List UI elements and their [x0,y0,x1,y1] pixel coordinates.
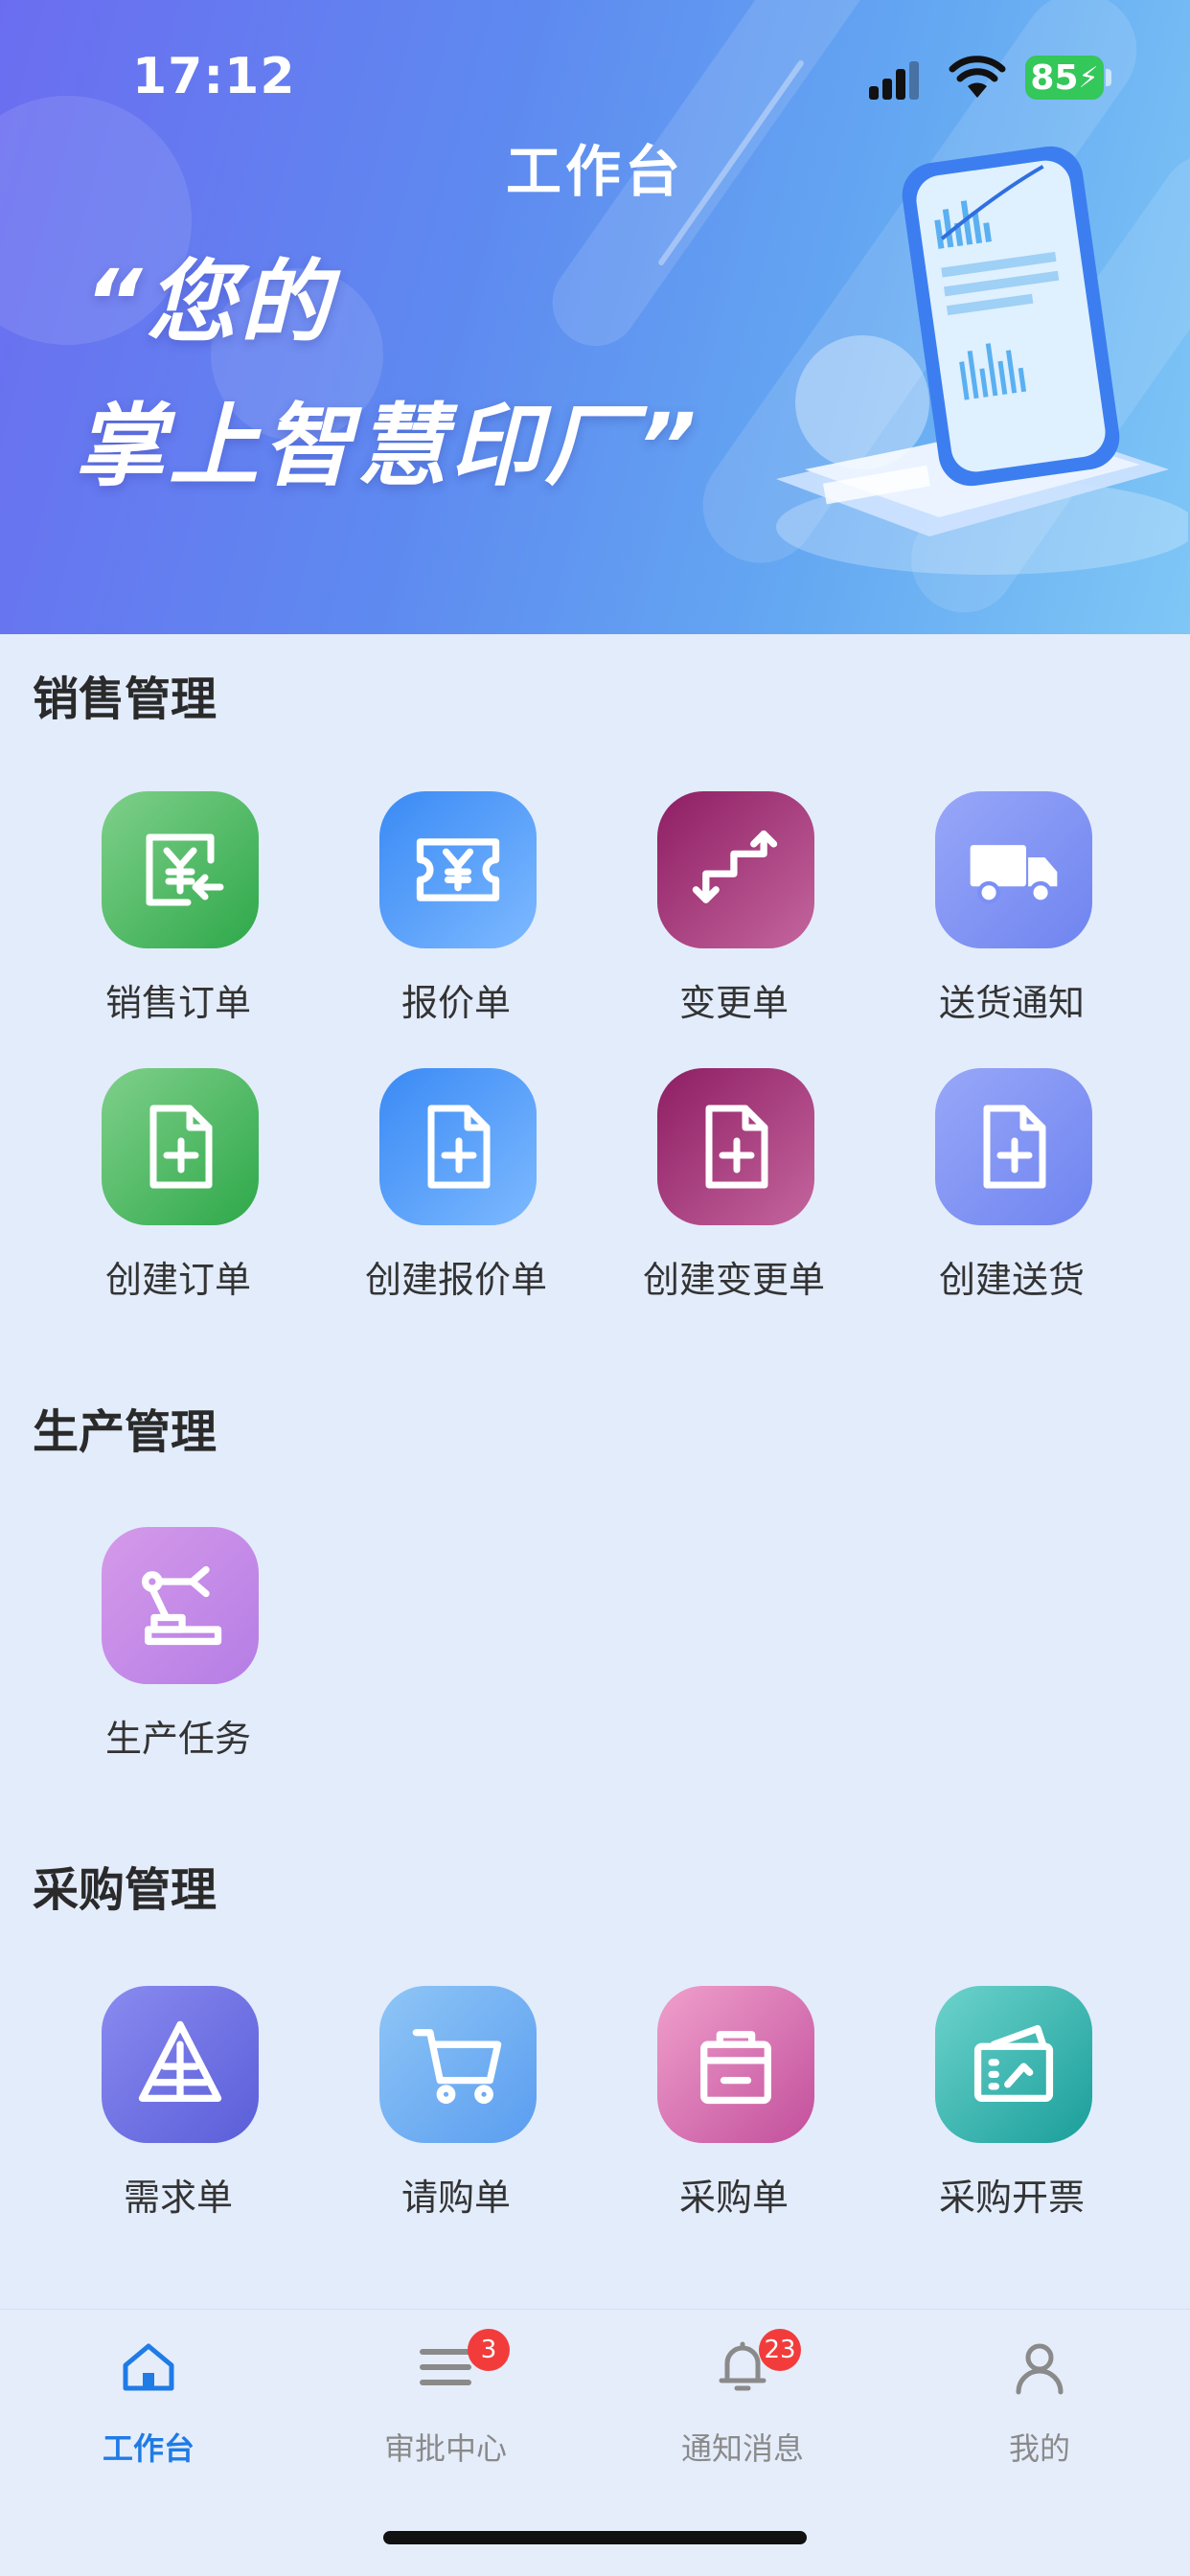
smartphone-illustration [776,146,1188,575]
status-time: 17:12 [132,48,296,105]
tab-label: 工作台 [102,2430,195,2467]
truck-icon [935,791,1092,948]
grid-item-label: 创建送货 [938,1259,1085,1301]
grid-item-create-quotation[interactable]: 创建报价单 [312,1068,590,1317]
grid-item-create-delivery[interactable]: 创建送货 [868,1068,1146,1317]
section-title-production: 生产管理 [33,1405,217,1459]
slogan-line-2: 掌上智慧印厂” [75,395,700,499]
tab-approval-center[interactable]: 3 审批中心 [297,2329,594,2482]
grid-item-label: 生产任务 [104,1718,251,1760]
grid-item-label: 创建订单 [104,1259,251,1301]
section-title-sales: 销售管理 [33,672,217,726]
grid-item-label: 送货通知 [938,982,1085,1024]
cellular-signal-icon [869,61,919,100]
shopping-bag-icon [657,1986,814,2143]
grid-item-demand-order[interactable]: 需求单 [34,1986,312,2235]
grid-item-change-order[interactable]: 变更单 [590,791,868,1040]
grid-item-label: 报价单 [400,982,511,1024]
tab-notifications[interactable]: 23 通知消息 [594,2329,891,2482]
grid-item-sales-order[interactable]: 销售订单 [34,791,312,1040]
header-banner: 17:12 85 ⚡ 工作台 “您的 掌上智慧印厂” [0,0,1190,634]
tab-label: 审批中心 [383,2430,507,2467]
home-indicator[interactable] [383,2531,807,2544]
battery-level: 85 [1030,57,1079,98]
battery-cap [1106,69,1111,86]
document-plus-icon [657,1068,814,1225]
grid-item-quotation[interactable]: 报价单 [312,791,590,1040]
tab-label: 我的 [1008,2430,1070,2467]
home-icon [123,2343,174,2391]
grid-item-label: 创建变更单 [642,1259,825,1301]
grid-item-label: 请购单 [400,2177,511,2219]
yen-ticket-icon [379,791,537,948]
grid-item-delivery-notice[interactable]: 送货通知 [868,791,1146,1040]
tab-workbench[interactable]: 工作台 [0,2329,297,2482]
tab-mine[interactable]: 我的 [891,2329,1188,2482]
grid-item-label: 销售订单 [104,982,251,1024]
document-plus-icon [935,1068,1092,1225]
grid-item-purchase-request[interactable]: 请购单 [312,1986,590,2235]
cart-icon [379,1986,537,2143]
robot-arm-icon [102,1527,259,1684]
grid-item-label: 创建报价单 [364,1259,547,1301]
grid-item-label: 采购单 [678,2177,789,2219]
slogan-line-1: “您的 [84,251,334,355]
grid-item-label: 变更单 [678,982,789,1024]
wifi-icon [949,56,1006,98]
grid-item-purchase-order[interactable]: 采购单 [590,1986,868,2235]
section-title-procurement: 采购管理 [33,1863,217,1917]
grid-item-production-task[interactable]: 生产任务 [34,1527,312,1776]
tab-label: 通知消息 [680,2430,804,2467]
grid-item-label: 需求单 [123,2177,233,2219]
battery-indicator: 85 ⚡ [1025,56,1104,100]
yen-receipt-icon [102,791,259,948]
grid-item-create-change-order[interactable]: 创建变更单 [590,1068,868,1317]
grid-item-create-order[interactable]: 创建订单 [34,1068,312,1317]
triangle-tree-icon [102,1986,259,2143]
user-icon [1016,2343,1064,2395]
document-plus-icon [102,1068,259,1225]
grid-item-label: 采购开票 [938,2177,1085,2219]
approval-badge: 3 [468,2329,510,2371]
notification-badge: 23 [759,2329,801,2371]
charging-bolt-icon: ⚡ [1078,60,1099,95]
document-plus-icon [379,1068,537,1225]
list-icon [420,2349,471,2385]
grid-item-purchase-invoice[interactable]: 采购开票 [868,1986,1146,2235]
exchange-arrows-icon [657,791,814,948]
invoice-card-icon [935,1986,1092,2143]
